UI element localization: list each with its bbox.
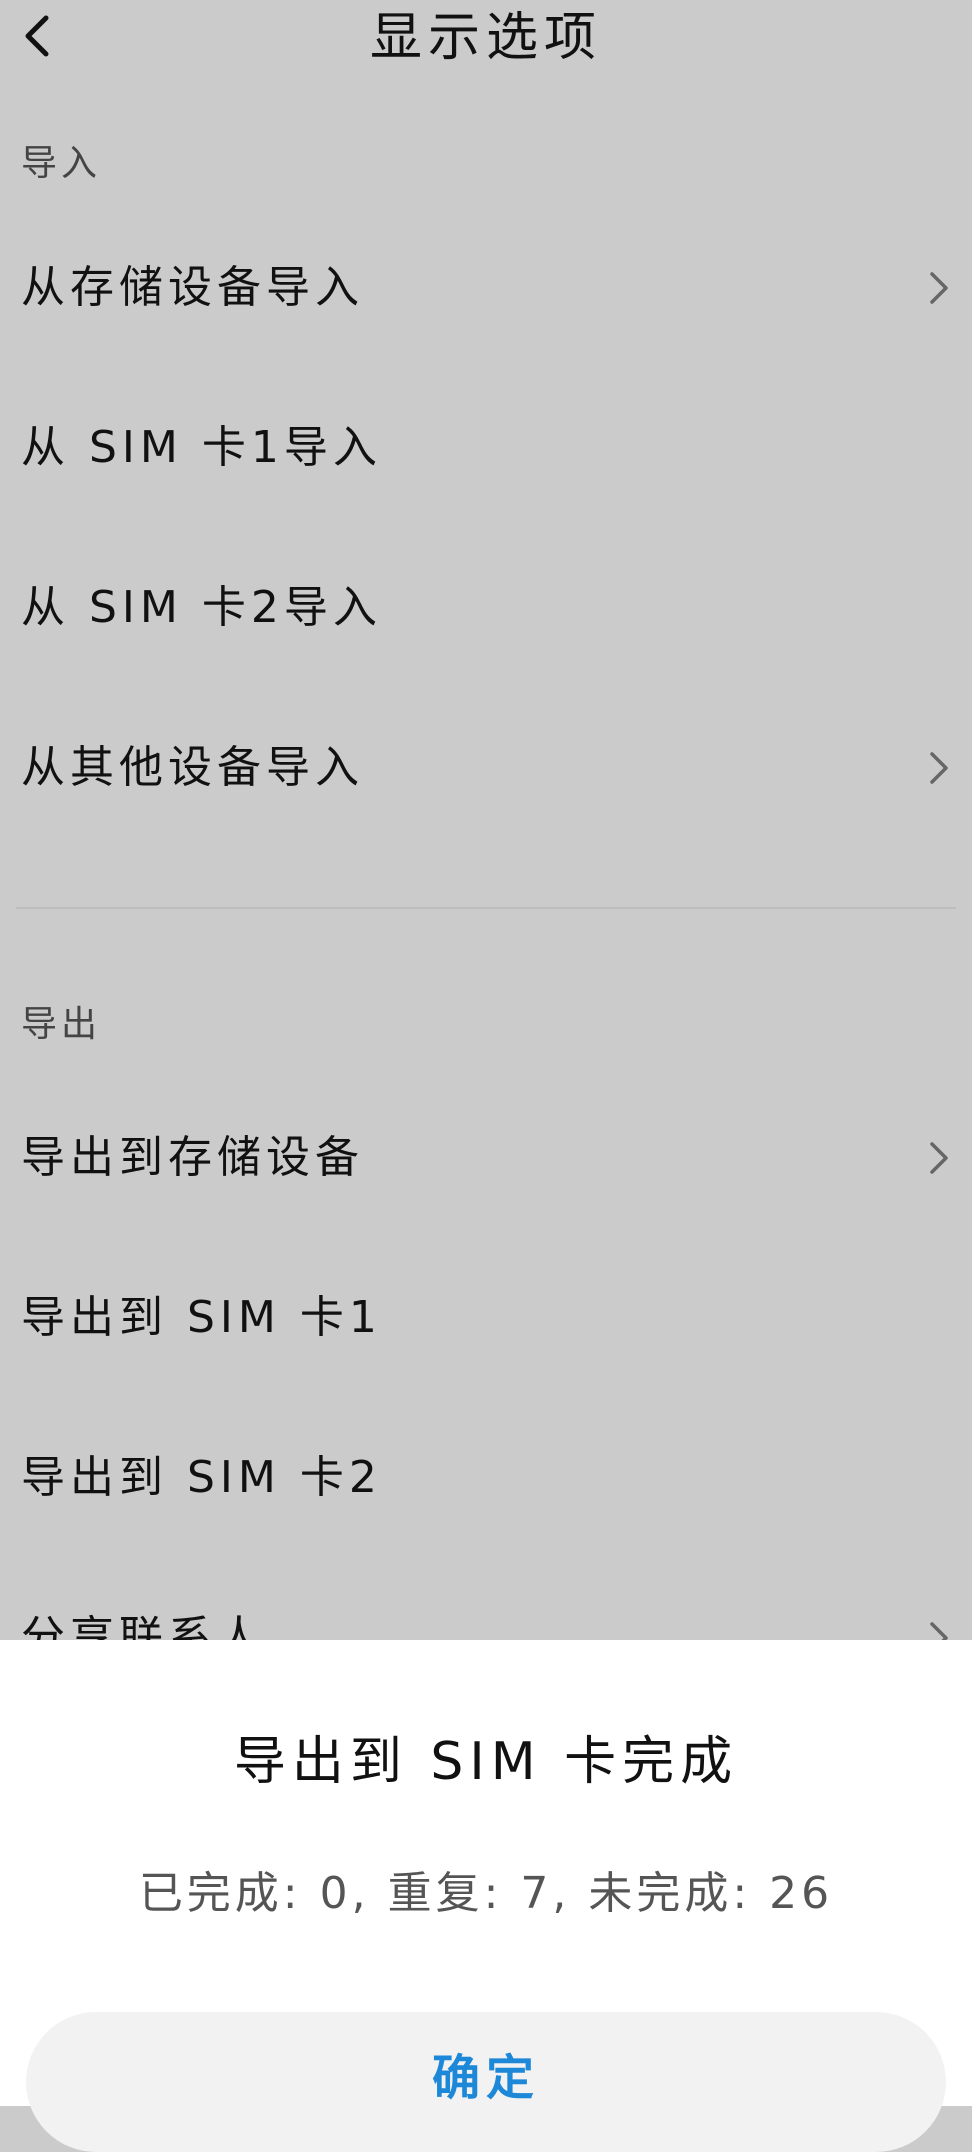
dialog-message: 已完成: 0, 重复: 7, 未完成: 26 <box>138 1868 834 1919</box>
dialog-title: 导出到 SIM 卡完成 <box>233 1732 739 1792</box>
list-item-label: 从其他设备导入 <box>21 742 364 793</box>
list-item-label: 导出到 SIM 卡2 <box>21 1452 382 1503</box>
confirm-button-label: 确定 <box>431 2050 540 2106</box>
list-item-export-sim1[interactable]: 导出到 SIM 卡1 <box>0 1258 972 1378</box>
list-item-label: 从 SIM 卡1导入 <box>21 422 382 473</box>
section-title-import: 导入 <box>21 143 102 184</box>
list-item-import-other-device[interactable]: 从其他设备导入 <box>0 708 972 828</box>
list-item-label: 从 SIM 卡2导入 <box>21 582 382 633</box>
export-result-dialog: 导出到 SIM 卡完成 已完成: 0, 重复: 7, 未完成: 26 确定 <box>0 1640 972 2152</box>
list-item-export-storage[interactable]: 导出到存储设备 <box>0 1098 972 1218</box>
section-title-export: 导出 <box>21 1004 102 1045</box>
app-header: 显示选项 <box>0 0 972 80</box>
chevron-right-icon <box>930 1142 948 1174</box>
list-item-label: 导出到存储设备 <box>21 1132 364 1183</box>
list-item-label: 从存储设备导入 <box>21 262 364 313</box>
page-title: 显示选项 <box>369 8 602 68</box>
confirm-button[interactable]: 确定 <box>26 2012 946 2152</box>
section-divider <box>16 907 956 909</box>
list-item-import-sim1[interactable]: 从 SIM 卡1导入 <box>0 388 972 508</box>
list-item-import-storage[interactable]: 从存储设备导入 <box>0 228 972 348</box>
chevron-right-icon <box>930 752 948 784</box>
list-item-export-sim2[interactable]: 导出到 SIM 卡2 <box>0 1418 972 1538</box>
list-item-import-sim2[interactable]: 从 SIM 卡2导入 <box>0 548 972 668</box>
list-item-label: 导出到 SIM 卡1 <box>21 1292 382 1343</box>
chevron-right-icon <box>930 272 948 304</box>
